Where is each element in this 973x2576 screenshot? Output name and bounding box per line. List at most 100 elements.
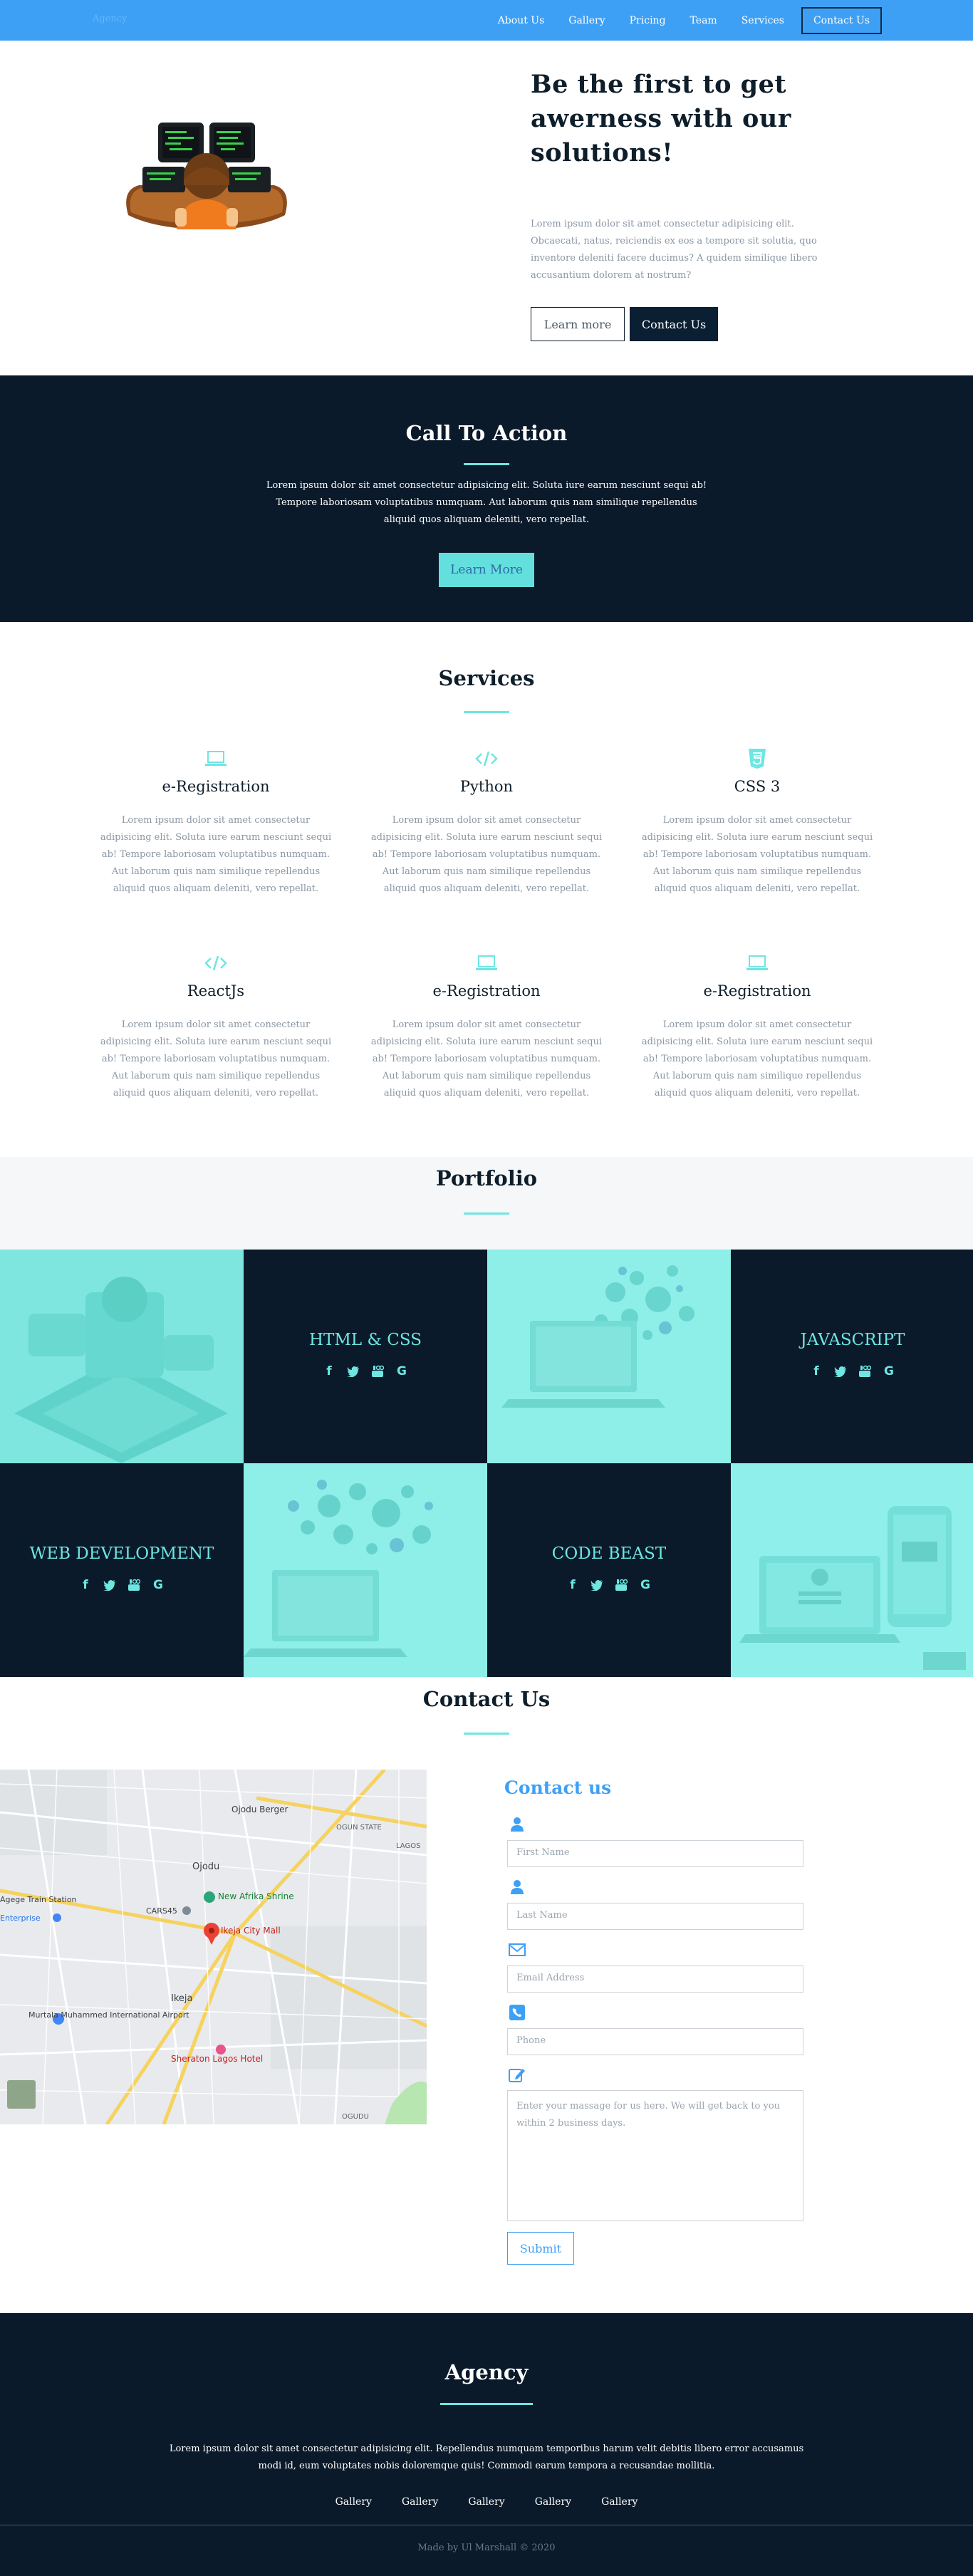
twitter-icon[interactable] xyxy=(102,1577,118,1593)
laptop-icon xyxy=(365,951,608,975)
hero-title: Be the first to get awerness with our so… xyxy=(531,70,791,167)
nav-link-pricing[interactable]: Pricing xyxy=(630,15,666,26)
nav-link-about[interactable]: About Us xyxy=(498,15,545,26)
nav-link-gallery[interactable]: Gallery xyxy=(568,15,605,26)
social-links: f G xyxy=(244,1364,487,1379)
facebook-icon[interactable]: f xyxy=(78,1577,93,1593)
cta-learn-more-button[interactable]: Learn More xyxy=(439,553,534,587)
portfolio-label: WEB DEVELOPMENT xyxy=(29,1544,214,1563)
message-textarea[interactable]: Enter your massage for us here. We will … xyxy=(507,2090,803,2221)
portfolio-image-tile[interactable] xyxy=(731,1463,973,1677)
contact-title: Contact Us xyxy=(422,1687,551,1711)
laptop-bubbles-image xyxy=(244,1463,487,1677)
hero-section: Be the first to get awerness with our so… xyxy=(0,41,973,375)
service-text: Lorem ipsum dolor sit amet consectetur a… xyxy=(370,1019,603,1099)
first-name-input[interactable]: First Name xyxy=(507,1840,803,1867)
footer-link-gallery[interactable]: Gallery xyxy=(601,2496,638,2508)
service-text: Lorem ipsum dolor sit amet consectetur a… xyxy=(370,815,603,894)
map-label: Ojodu xyxy=(192,1861,219,1872)
youtube-icon[interactable] xyxy=(370,1364,385,1379)
portfolio-tile[interactable]: JAVASCRIPT f G xyxy=(731,1250,973,1463)
services-divider xyxy=(464,711,509,713)
copyright-text: Made by Ul Marshall © 2020 xyxy=(417,2543,556,2553)
footer-link-gallery[interactable]: Gallery xyxy=(335,2496,372,2508)
css3-icon xyxy=(636,747,878,771)
learn-more-button[interactable]: Learn more xyxy=(531,307,625,341)
map-label: New Afrika Shrine xyxy=(218,1891,294,1901)
last-name-input[interactable]: Last Name xyxy=(507,1903,803,1930)
portfolio-tile[interactable]: HTML & CSS f G xyxy=(244,1250,487,1463)
google-icon[interactable]: G xyxy=(150,1577,166,1593)
youtube-icon[interactable] xyxy=(613,1577,629,1593)
call-to-action-section: Call To Action Lorem ipsum dolor sit ame… xyxy=(0,375,973,622)
footer-link-gallery[interactable]: Gallery xyxy=(402,2496,438,2508)
google-icon[interactable]: G xyxy=(638,1577,653,1593)
facebook-icon[interactable]: f xyxy=(808,1364,824,1379)
portfolio-image-tile[interactable] xyxy=(244,1463,487,1677)
service-card: e-Registration Lorem ipsum dolor sit ame… xyxy=(636,951,878,1102)
service-title: ReactJs xyxy=(187,982,245,999)
portfolio-image-tile[interactable] xyxy=(487,1250,731,1463)
map-label: CARS45 xyxy=(146,1906,177,1916)
email-input[interactable]: Email Address xyxy=(507,1965,803,1993)
portfolio-image-tile[interactable] xyxy=(0,1250,244,1463)
facebook-icon[interactable]: f xyxy=(565,1577,581,1593)
user-icon xyxy=(511,1817,524,1832)
footer-link-gallery[interactable]: Gallery xyxy=(535,2496,571,2508)
phone-input[interactable]: Phone xyxy=(507,2028,803,2055)
service-card: e-Registration Lorem ipsum dolor sit ame… xyxy=(95,747,337,898)
portfolio-label: JAVASCRIPT xyxy=(800,1331,905,1349)
social-links: f G xyxy=(0,1577,244,1593)
code-icon xyxy=(365,747,608,771)
map-label: OGUDU xyxy=(342,2113,369,2121)
nav-links: About Us Gallery Pricing Team Services C… xyxy=(474,6,882,35)
nav-link-services[interactable]: Services xyxy=(742,15,784,26)
envelope-icon xyxy=(509,1943,526,1956)
hero-contact-button[interactable]: Contact Us xyxy=(630,307,718,341)
youtube-icon[interactable] xyxy=(857,1364,873,1379)
twitter-icon[interactable] xyxy=(589,1577,605,1593)
service-text: Lorem ipsum dolor sit amet consectetur a… xyxy=(641,1019,873,1099)
service-title: e-Registration xyxy=(432,982,541,999)
service-card: e-Registration Lorem ipsum dolor sit ame… xyxy=(365,951,608,1102)
phone-icon xyxy=(509,2005,525,2020)
map-canvas[interactable]: Ojodu Berger Ojodu Agege Train Station N… xyxy=(0,1770,427,2124)
service-text: Lorem ipsum dolor sit amet consectetur a… xyxy=(100,815,332,894)
portfolio-label: HTML & CSS xyxy=(308,1331,422,1349)
map-label: Ikeja xyxy=(171,1993,192,2004)
submit-button[interactable]: Submit xyxy=(507,2232,574,2265)
nav-link-team[interactable]: Team xyxy=(690,15,717,26)
map-label: Ojodu Berger xyxy=(231,1804,288,1814)
footer-link-gallery[interactable]: Gallery xyxy=(468,2496,504,2508)
map-embed[interactable]: Ojodu Berger Ojodu Agege Train Station N… xyxy=(0,1770,427,2124)
youtube-icon[interactable] xyxy=(126,1577,142,1593)
coding-cartoon-image xyxy=(0,1250,244,1463)
facebook-icon[interactable]: f xyxy=(321,1364,337,1379)
service-text: Lorem ipsum dolor sit amet consectetur a… xyxy=(641,815,873,894)
map-label: Ikeja City Mall xyxy=(221,1926,281,1936)
twitter-icon[interactable] xyxy=(833,1364,848,1379)
map-label: Sheraton Lagos Hotel xyxy=(171,2054,263,2064)
laptop-bubbles-image xyxy=(487,1250,731,1463)
navbar: Agency About Us Gallery Pricing Team Ser… xyxy=(0,0,973,41)
twitter-icon[interactable] xyxy=(345,1364,361,1379)
footer-links: Gallery Gallery Gallery Gallery Gallery xyxy=(0,2496,973,2508)
portfolio-tile[interactable]: WEB DEVELOPMENT f G xyxy=(0,1463,244,1677)
nav-contact-button[interactable]: Contact Us xyxy=(801,7,882,34)
phone-laptop-image xyxy=(731,1463,973,1677)
services-title: Services xyxy=(438,666,535,690)
social-links: f G xyxy=(731,1364,973,1379)
map-label: Enterprise xyxy=(0,1913,41,1923)
service-title: e-Registration xyxy=(162,778,270,795)
map-label: LAGOS xyxy=(396,1842,420,1850)
footer: Agency Lorem ipsum dolor sit amet consec… xyxy=(0,2313,973,2576)
google-icon[interactable]: G xyxy=(394,1364,410,1379)
footer-divider xyxy=(440,2403,533,2405)
portfolio-divider xyxy=(464,1212,509,1215)
service-title: e-Registration xyxy=(703,982,811,999)
portfolio-tile[interactable]: CODE BEAST f G xyxy=(487,1463,731,1677)
edit-icon xyxy=(509,2069,525,2082)
brand-logo[interactable]: Agency xyxy=(93,14,127,24)
google-icon[interactable]: G xyxy=(881,1364,897,1379)
laptop-icon xyxy=(95,747,337,771)
